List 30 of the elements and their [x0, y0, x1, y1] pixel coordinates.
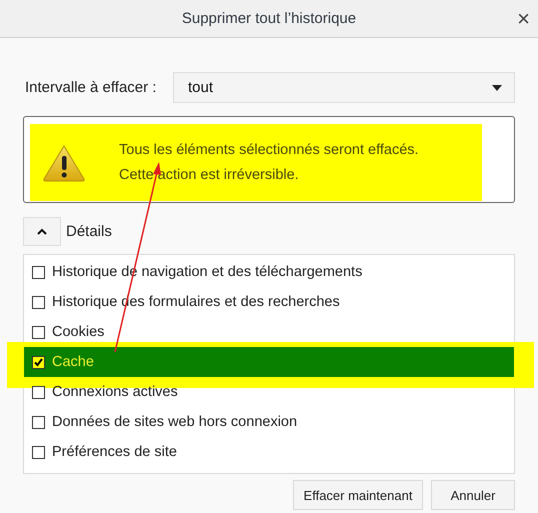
selected-row[interactable]: Cache: [24, 347, 514, 377]
cancel-button[interactable]: Annuler: [431, 480, 515, 510]
item-label: Cookies: [52, 324, 104, 340]
close-button[interactable]: ×: [513, 6, 534, 32]
list-row[interactable]: Données de sites web hors connexion: [24, 407, 514, 437]
range-dropdown[interactable]: tout: [173, 72, 515, 103]
clear-now-button[interactable]: Effacer maintenant: [293, 480, 423, 510]
checkbox[interactable]: [32, 266, 45, 278]
warning-text: Tous les éléments sélectionnés seront effacés.: [119, 142, 419, 158]
checkbox[interactable]: [32, 386, 45, 398]
item-label: Données de sites web hors connexion: [52, 414, 298, 430]
details-label: Détails: [66, 223, 112, 240]
list-row[interactable]: Connexions actives: [24, 377, 514, 407]
window-title: Supprimer tout l’historique: [182, 10, 356, 27]
warning-text: Cette action est irréversible.: [119, 167, 300, 183]
checkbox[interactable]: [32, 296, 45, 308]
list-row[interactable]: Cookies: [24, 317, 514, 347]
checkbox[interactable]: [32, 416, 45, 428]
item-label: Cache: [52, 354, 94, 370]
warning-icon: [42, 144, 86, 182]
checkbox[interactable]: [32, 446, 45, 458]
checkbox[interactable]: [32, 356, 45, 368]
list-row[interactable]: Préférences de site: [24, 437, 514, 467]
dropdown-caret-icon: [492, 84, 502, 90]
item-label: Préférences de site: [52, 444, 177, 460]
item-label: Connexions actives: [52, 384, 178, 400]
range-label: Intervalle à effacer :: [24, 79, 158, 96]
chevron-icon: [37, 228, 47, 235]
checkbox[interactable]: [32, 326, 45, 338]
details-toggle-button[interactable]: [23, 217, 61, 246]
